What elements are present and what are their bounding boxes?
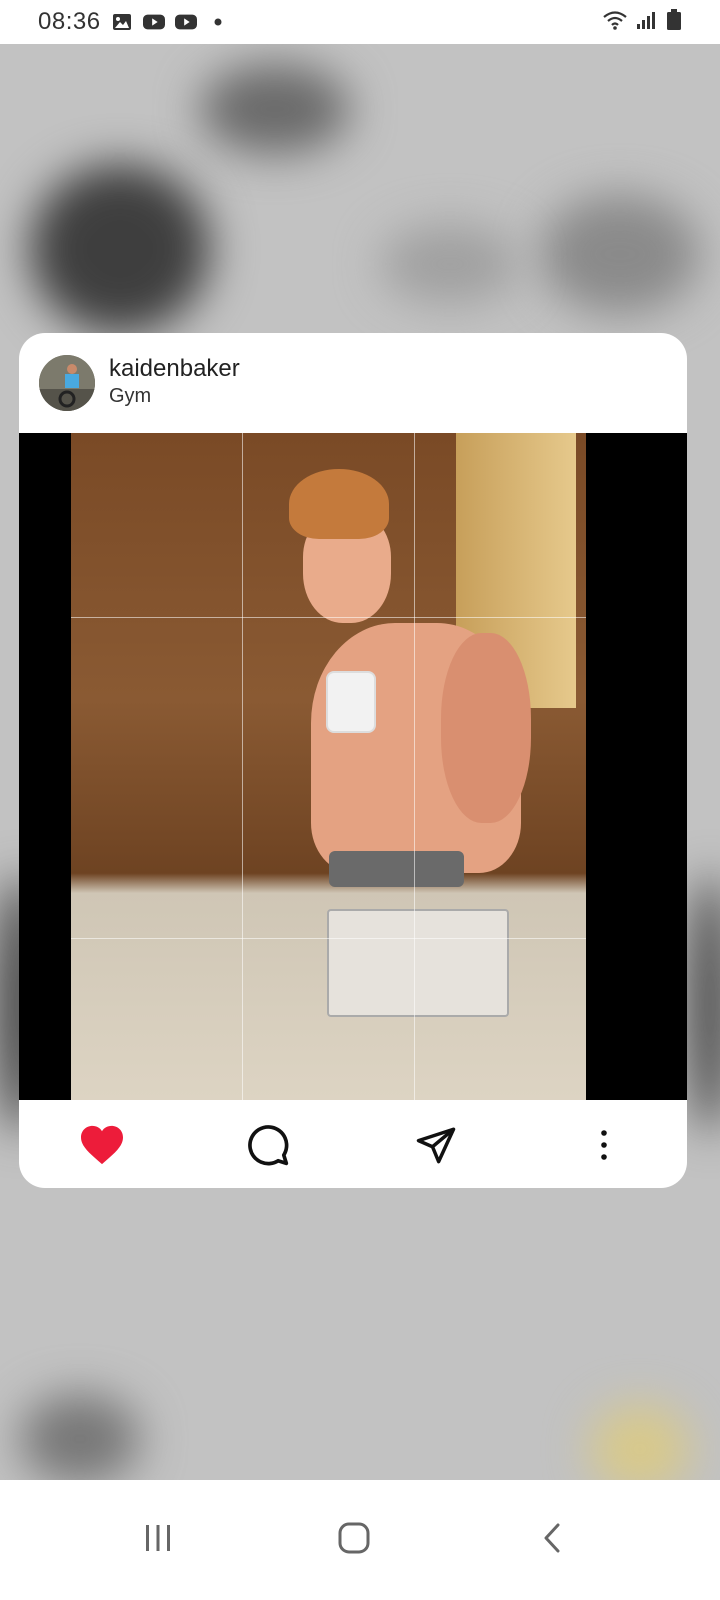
status-left: 08:36 (38, 8, 229, 36)
back-icon (544, 1523, 560, 1553)
grid-line (71, 617, 586, 618)
navigation-bar (0, 1480, 720, 1600)
post-photo (71, 433, 586, 1100)
photo-person-arm (441, 633, 531, 823)
status-time: 08:36 (38, 8, 101, 35)
home-button[interactable] (324, 1508, 384, 1568)
grid-line (242, 433, 243, 1100)
youtube-icon (142, 13, 165, 31)
like-button[interactable] (77, 1120, 127, 1170)
status-bar: 08:36 (0, 0, 720, 44)
post-username[interactable]: kaidenbaker (109, 355, 240, 383)
grid-line (414, 433, 415, 1100)
home-icon (338, 1522, 370, 1554)
more-options-icon (601, 1130, 607, 1160)
comment-button[interactable] (243, 1120, 293, 1170)
grid-line (71, 938, 586, 939)
photo-phone (326, 671, 376, 733)
recent-apps-icon (146, 1525, 170, 1551)
comment-icon (248, 1125, 289, 1166)
photo-shorts (329, 851, 464, 887)
back-button[interactable] (522, 1508, 582, 1568)
dot-icon (207, 13, 229, 31)
post-media[interactable] (19, 433, 687, 1100)
post-location[interactable]: Gym (109, 385, 151, 408)
photo-socket (327, 909, 509, 1017)
youtube-icon (174, 13, 197, 31)
avatar[interactable] (39, 355, 95, 411)
battery-icon (666, 8, 682, 36)
share-icon (416, 1127, 456, 1164)
more-options-button[interactable] (579, 1120, 629, 1170)
wifi-icon (602, 9, 628, 36)
post-actions (19, 1100, 687, 1188)
post-header: kaidenbaker Gym (19, 333, 687, 433)
gallery-icon (111, 13, 133, 31)
recent-apps-button[interactable] (128, 1508, 188, 1568)
share-button[interactable] (411, 1120, 461, 1170)
status-right (602, 8, 682, 36)
post-preview-card[interactable]: kaidenbaker Gym (19, 333, 687, 1188)
photo-person-hair (289, 469, 389, 539)
signal-icon (636, 10, 658, 35)
like-icon (81, 1125, 123, 1165)
